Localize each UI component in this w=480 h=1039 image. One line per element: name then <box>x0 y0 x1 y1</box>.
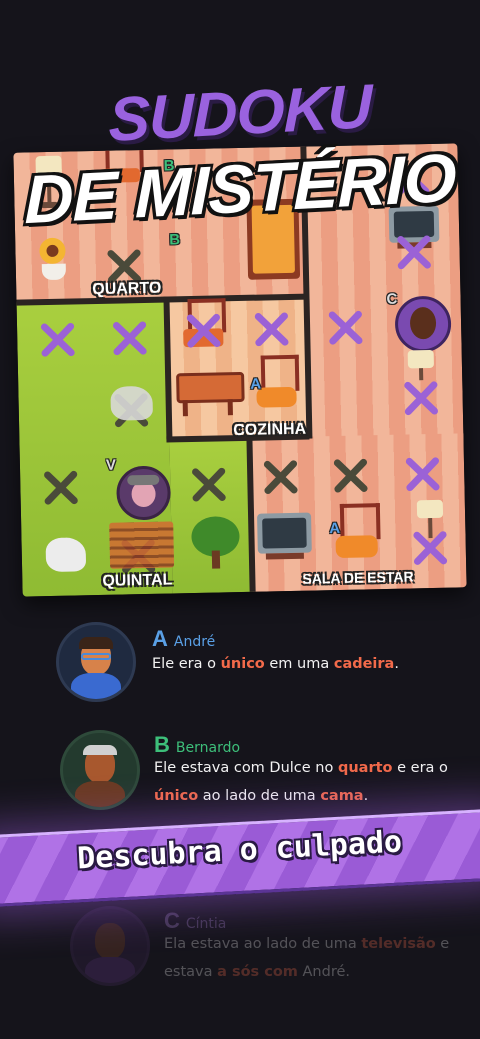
clue-card-andre: A André Ele era o único em uma cadeira. <box>56 622 466 702</box>
clue-keyword: televisão <box>361 936 436 952</box>
avatar-andre <box>56 622 136 702</box>
chair-icon <box>256 354 300 414</box>
elimination-mark[interactable] <box>330 455 371 496</box>
banner-label: Descubra o culpado <box>76 824 403 877</box>
elimination-mark[interactable] <box>183 310 224 351</box>
clue-card-bernardo: B Bernardo Ele estava com Dulce no quarto… <box>60 728 470 818</box>
clue-text-part: . <box>363 788 369 804</box>
elimination-mark[interactable] <box>37 319 78 360</box>
avatar-bernardo <box>60 730 140 810</box>
elimination-mark[interactable] <box>260 457 301 498</box>
suspect-letter-a: A <box>250 375 262 393</box>
suspect-letter-v: V <box>105 456 117 474</box>
elimination-mark[interactable] <box>402 454 443 495</box>
clue-text: Ela estava ao lado de uma televisão e es… <box>164 930 449 986</box>
clue-text-part: e <box>435 936 450 952</box>
clue-header: A André <box>152 626 215 652</box>
clue-text: Ele era o único em uma cadeira. <box>152 650 399 678</box>
clue-text-part: estava <box>164 964 218 980</box>
clue-keyword: único <box>220 656 265 672</box>
chair-icon <box>335 503 381 564</box>
tree-icon <box>191 516 240 569</box>
clue-card-cintia: C Cíntia Ela estava ao lado de uma televi… <box>70 904 480 994</box>
clue-text-part: e era o <box>392 760 448 776</box>
rock-icon <box>110 385 154 421</box>
room-label-sala: SALA DE ESTAR <box>302 568 414 587</box>
clue-letter: A <box>152 626 168 651</box>
tv-icon <box>257 512 312 564</box>
suspect-letter-a: A <box>329 519 341 538</box>
bench-icon <box>109 521 175 569</box>
call-to-action-banner[interactable]: Descubra o culpado <box>0 808 480 908</box>
rock-icon <box>45 537 87 573</box>
elimination-mark[interactable] <box>409 528 450 569</box>
elimination-mark[interactable] <box>251 309 292 350</box>
table-icon <box>176 371 245 417</box>
clue-text-part: Ele era o <box>152 656 221 672</box>
clue-text-part: Ele estava com Dulce no <box>154 760 338 776</box>
elimination-mark[interactable] <box>109 318 150 359</box>
lamp-icon <box>406 349 437 381</box>
elimination-mark[interactable] <box>400 378 441 419</box>
clue-text-part: Ela estava ao lado de uma <box>164 936 362 952</box>
elimination-mark[interactable] <box>188 464 229 505</box>
clue-name: André <box>173 634 216 650</box>
room-label-quarto: QUARTO <box>92 279 162 299</box>
avatar-cintia <box>70 906 150 986</box>
clue-text: Ele estava com Dulce no quarto e era o ú… <box>154 754 448 810</box>
elimination-mark[interactable] <box>393 232 434 273</box>
suspect-letter-b: B <box>169 231 181 249</box>
clue-keyword: cama <box>320 788 364 804</box>
room-label-quintal: QUINTAL <box>102 571 173 590</box>
clue-keyword: único <box>154 788 199 804</box>
elimination-mark[interactable] <box>40 467 81 508</box>
clue-text-part: ao lado de uma <box>198 788 321 804</box>
clue-keyword: cadeira <box>333 656 395 672</box>
clue-keyword: a sós com <box>217 964 298 980</box>
room-label-cozinha: COZINHA <box>233 420 307 440</box>
sunflower-icon <box>33 235 74 282</box>
clue-text-part: em uma <box>264 656 334 672</box>
elimination-mark[interactable] <box>325 307 366 348</box>
clue-keyword: quarto <box>337 760 393 776</box>
clue-text-part: André. <box>297 964 351 980</box>
clue-text-part: . <box>394 656 399 672</box>
suspect-letter-c: C <box>386 290 398 308</box>
